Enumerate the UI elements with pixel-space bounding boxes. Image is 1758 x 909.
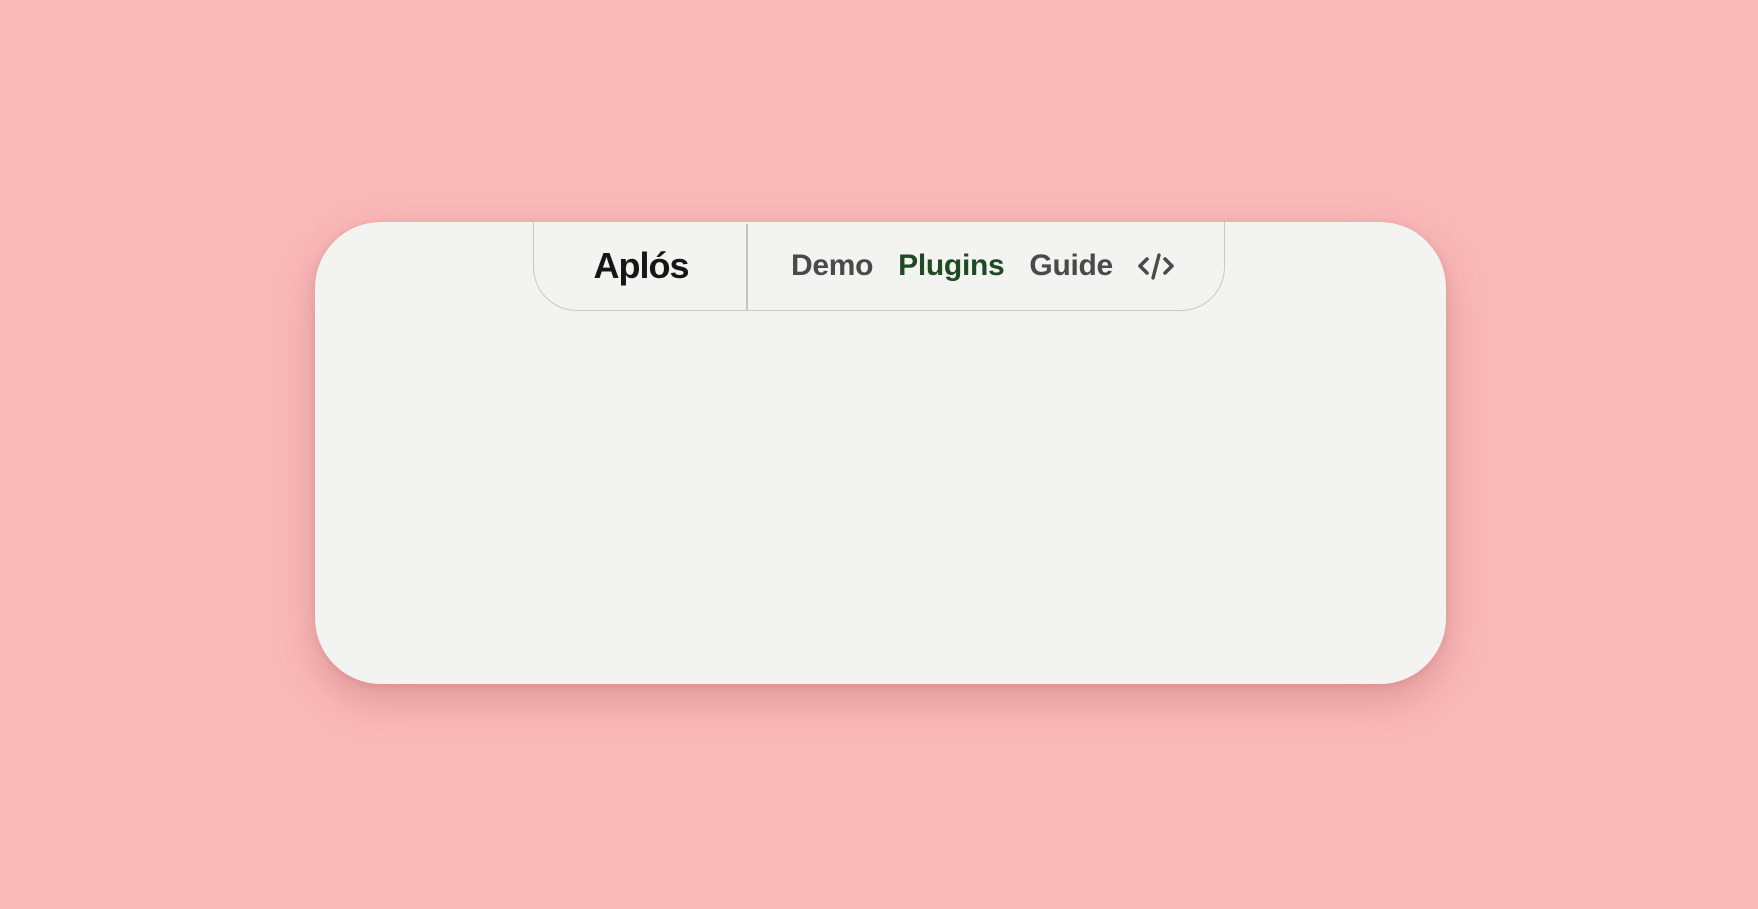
nav-link-guide[interactable]: Guide: [1029, 251, 1113, 281]
top-navbar: Aplós Demo Plugins Guide: [533, 222, 1225, 311]
nav-link-demo[interactable]: Demo: [791, 251, 873, 281]
nav-links: Demo Plugins Guide: [748, 222, 1175, 310]
nav-link-plugins[interactable]: Plugins: [898, 251, 1005, 281]
brand-name: Aplós: [593, 245, 689, 286]
brand-logo[interactable]: Aplós: [534, 222, 746, 310]
code-brackets-icon[interactable]: [1137, 251, 1175, 281]
